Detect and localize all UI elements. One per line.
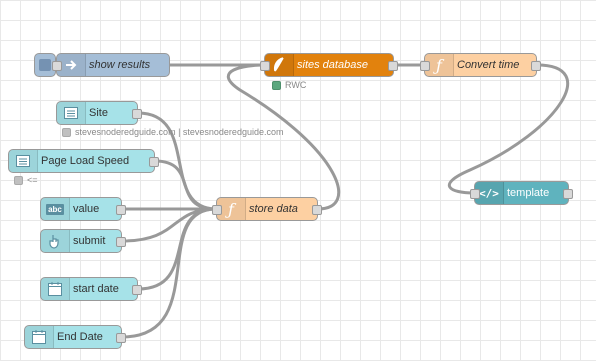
node-label: Convert time: [457, 59, 520, 71]
node-value[interactable]: abc value: [40, 197, 126, 221]
node-status-rwc: RWC: [272, 80, 306, 90]
node-page-load-speed[interactable]: Page Load Speed: [8, 149, 159, 173]
input-port[interactable]: [470, 189, 480, 199]
status-dot: [14, 175, 23, 185]
output-port[interactable]: [563, 189, 573, 199]
node-submit[interactable]: submit: [40, 229, 126, 253]
input-port[interactable]: [260, 61, 270, 71]
list-icon: [57, 102, 86, 124]
wire-submit-to-store: [121, 207, 217, 243]
output-port[interactable]: [116, 333, 126, 343]
node-label: submit: [73, 235, 106, 247]
node-label: value: [73, 203, 100, 215]
node-status-speed: <=: [14, 175, 38, 185]
node-template[interactable]: </> template: [470, 181, 573, 205]
input-port[interactable]: [420, 61, 430, 71]
output-port[interactable]: [132, 285, 142, 295]
calendar-icon: [41, 278, 70, 300]
node-label: sites database: [297, 59, 368, 71]
hand-pointer-icon: [41, 230, 70, 252]
node-start-date[interactable]: start date: [40, 277, 142, 301]
node-label: template: [507, 187, 550, 199]
node-label: store data: [249, 203, 298, 215]
output-port[interactable]: [116, 237, 126, 247]
output-port[interactable]: [531, 61, 541, 71]
status-dot: [62, 127, 71, 137]
node-label: Site: [89, 107, 108, 119]
node-end-date[interactable]: End Date: [24, 325, 126, 349]
list-icon: [9, 150, 38, 172]
calendar-icon: [25, 326, 54, 348]
node-show-results[interactable]: show results: [52, 53, 170, 77]
node-site[interactable]: Site: [56, 101, 142, 125]
node-label: show results: [89, 59, 151, 71]
node-sites-database[interactable]: sites database: [260, 53, 398, 77]
output-port[interactable]: [149, 157, 159, 167]
output-port[interactable]: [116, 205, 126, 215]
input-port[interactable]: [52, 61, 62, 71]
status-text: stevesnoderedguide.com | stevesnoderedgu…: [75, 127, 284, 137]
status-dot: [272, 80, 281, 90]
node-label: start date: [73, 283, 119, 295]
wire-speed-to-store: [154, 159, 217, 211]
wire-convert-to-template: [447, 63, 570, 195]
status-text: <=: [27, 175, 38, 185]
output-port[interactable]: [312, 205, 322, 215]
status-text: RWC: [285, 80, 307, 90]
node-store-data[interactable]: ƒ store data: [212, 197, 322, 221]
output-port[interactable]: [132, 109, 142, 119]
node-label: End Date: [57, 331, 103, 343]
node-status-site: stevesnoderedguide.com | stevesnoderedgu…: [62, 127, 283, 137]
node-convert-time[interactable]: ƒ Convert time: [420, 53, 541, 77]
output-port[interactable]: [388, 61, 398, 71]
node-label: Page Load Speed: [41, 155, 130, 167]
abc-icon: abc: [41, 198, 70, 220]
input-port[interactable]: [212, 205, 222, 215]
